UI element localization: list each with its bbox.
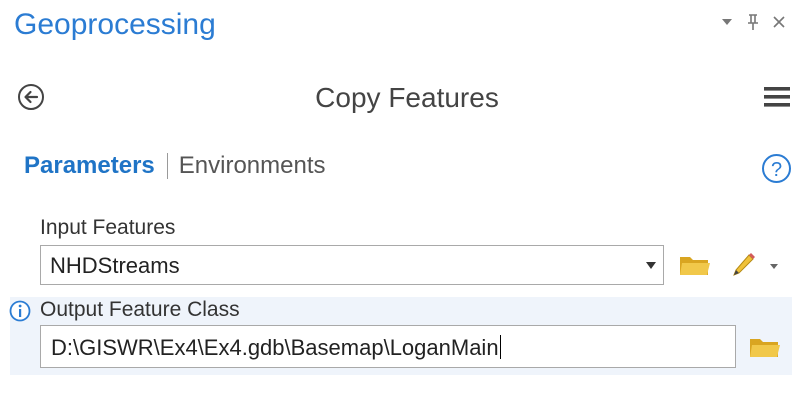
info-icon[interactable] [9, 300, 31, 322]
pane-controls [714, 10, 792, 34]
pencil-icon[interactable] [729, 250, 781, 280]
options-dropdown-icon[interactable] [714, 10, 740, 34]
input-features-combobox[interactable]: NHDStreams [40, 245, 664, 285]
chevron-down-icon[interactable] [646, 262, 656, 269]
tab-parameters[interactable]: Parameters [24, 152, 155, 180]
output-feature-class-value: D:\GISWR\Ex4\Ex4.gdb\Basemap\LoganMain [51, 335, 499, 360]
svg-text:?: ? [771, 159, 782, 181]
folder-icon[interactable] [678, 251, 712, 279]
close-icon[interactable] [766, 10, 792, 34]
output-feature-class-input[interactable]: D:\GISWR\Ex4\Ex4.gdb\Basemap\LoganMain [40, 325, 736, 368]
tab-bar: Parameters Environments [24, 152, 326, 180]
tab-environments[interactable]: Environments [179, 152, 326, 180]
hamburger-menu-icon[interactable] [762, 84, 792, 110]
input-features-label: Input Features [40, 216, 176, 239]
pane-title: Geoprocessing [14, 8, 216, 41]
tab-divider [166, 153, 168, 179]
help-icon[interactable]: ? [761, 153, 792, 184]
input-features-value: NHDStreams [50, 253, 180, 278]
output-feature-class-label: Output Feature Class [40, 298, 240, 321]
folder-icon[interactable] [748, 333, 782, 361]
tool-title: Copy Features [315, 82, 499, 113]
text-caret [499, 335, 501, 359]
pin-icon[interactable] [740, 10, 766, 34]
